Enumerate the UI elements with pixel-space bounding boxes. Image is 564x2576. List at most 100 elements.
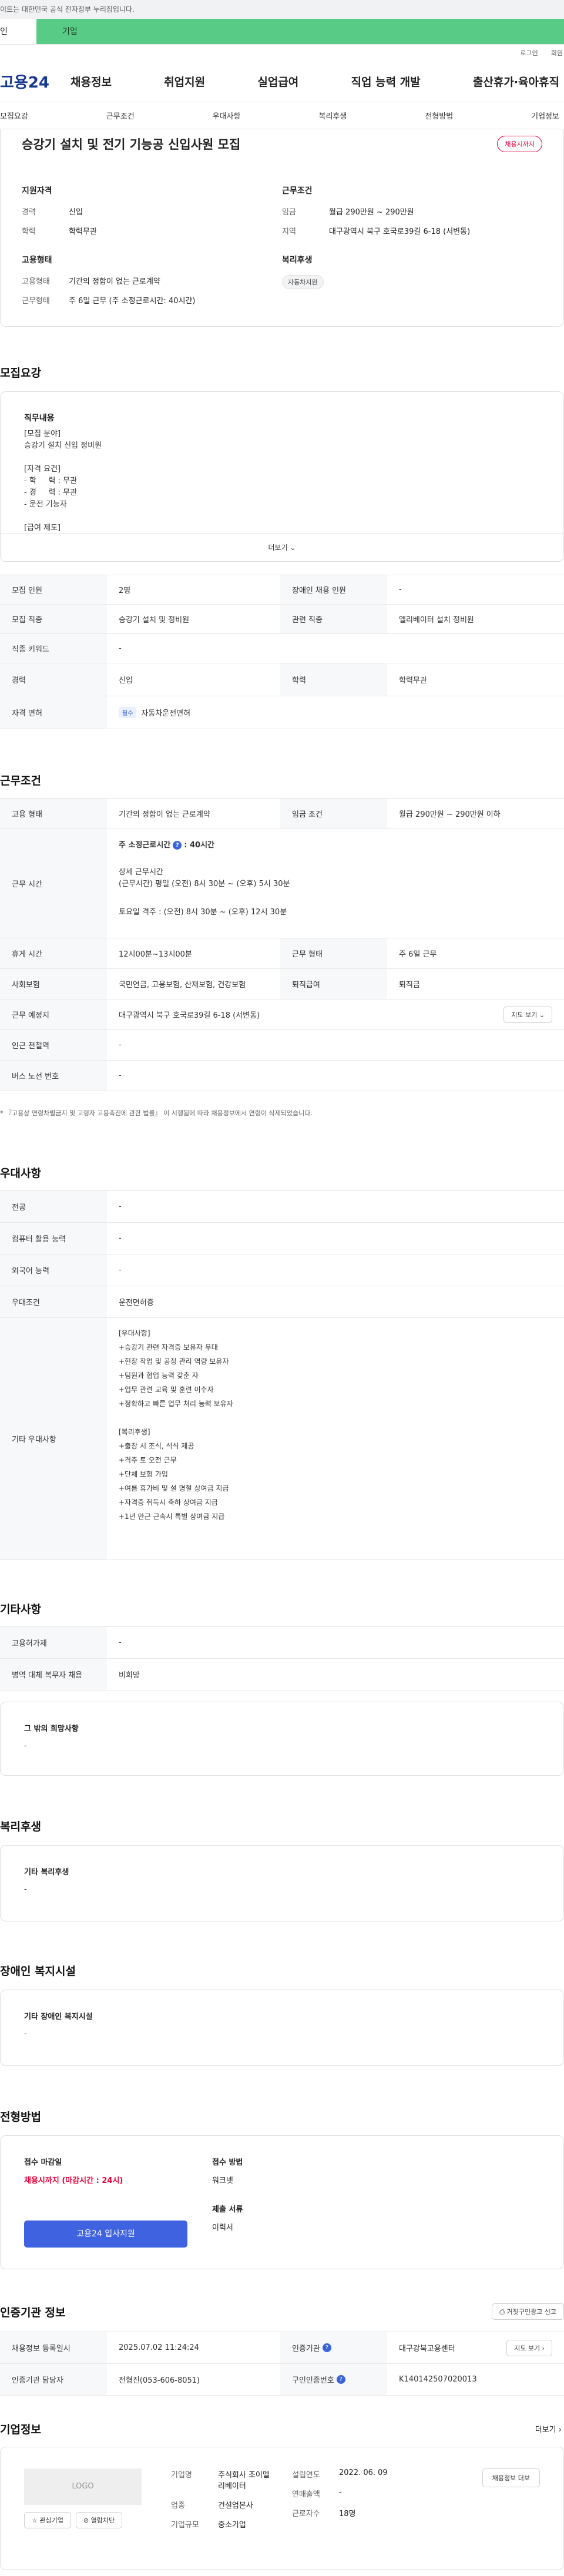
docs-heading: 제출 서류 bbox=[212, 2205, 243, 2214]
row-value: K140142507020013 bbox=[399, 2375, 477, 2384]
map-button[interactable]: 지도 보기 › bbox=[506, 2339, 552, 2356]
row-header: 컴퓨터 활용 능력 bbox=[0, 1223, 107, 1254]
section-title: 우대사항 bbox=[0, 1167, 41, 1180]
login-link[interactable]: 로그인 bbox=[520, 48, 538, 58]
disabled-section: 장애인 복지시설 bbox=[0, 1963, 564, 1978]
favorite-label: 관심기업 bbox=[39, 2517, 63, 2524]
row-value: 운전면허증 bbox=[119, 1299, 154, 1307]
report-button[interactable]: ⎙ 거짓구인광고 신고 bbox=[492, 2303, 564, 2320]
work-section: 근무조건 bbox=[0, 772, 564, 788]
subnav-process[interactable]: 전형방법 bbox=[425, 110, 453, 121]
value: 대구광역시 북구 호국로39길 6-18 (서변동) bbox=[329, 227, 471, 236]
label: 기업규모 bbox=[171, 2521, 199, 2530]
value: 중소기업 bbox=[218, 2521, 246, 2530]
company-jobs-button[interactable]: 채용정보 더보 bbox=[482, 2468, 540, 2487]
chevron-right-icon: › bbox=[542, 2344, 545, 2352]
row-value: 필수 자동차운전면허 bbox=[107, 696, 564, 729]
recruit-section: 모집요강 bbox=[0, 364, 564, 380]
info-icon[interactable]: ? bbox=[336, 2375, 345, 2384]
label: 설립연도 bbox=[292, 2471, 320, 2480]
table-row: 채용정보 등록일시 2025.07.02 11:24:24 인증기관? 대구강북고… bbox=[0, 2332, 564, 2364]
table-row: 모집 인원 2명 장애인 채용 인원 - bbox=[0, 575, 564, 605]
table-row: 버스 노선 번호 - bbox=[0, 1061, 564, 1091]
block-button[interactable]: ⊘ 열람차단 bbox=[75, 2512, 123, 2528]
subnav-welfare[interactable]: 복리후생 bbox=[318, 110, 347, 121]
label: 학력 bbox=[22, 227, 36, 236]
section-title: 기업정보 bbox=[0, 2423, 41, 2436]
label: 업종 bbox=[171, 2501, 185, 2510]
table-row: 우대조건 운전면허증 bbox=[0, 1286, 564, 1318]
row-header: 병역 대체 복무자 채용 bbox=[0, 1659, 107, 1690]
apply-button[interactable]: 고용24 입사지원 bbox=[24, 2221, 187, 2248]
table-row: 인근 전철역 - bbox=[0, 1030, 564, 1061]
chevron-right-icon: › bbox=[558, 2426, 562, 2434]
hours-week-label: 주 소정근로시간 bbox=[119, 841, 171, 850]
tab-individual[interactable]: 인 bbox=[0, 19, 36, 44]
license-value: 자동차운전면허 bbox=[141, 709, 191, 718]
table-row: 고용허가제 - bbox=[0, 1627, 564, 1659]
subnav-recruit[interactable]: 모집요강 bbox=[0, 110, 28, 121]
wish-box: 그 밖의 희망사항 - bbox=[0, 1702, 564, 1776]
row-value: 12시00분~13시00분 bbox=[119, 950, 192, 959]
subnav-pref[interactable]: 우대사항 bbox=[213, 110, 241, 121]
row-value: 국민연금, 고용보험, 산재보험, 건강보험 bbox=[119, 981, 246, 990]
map-button[interactable]: 지도 보기 ⌄ bbox=[503, 1006, 552, 1023]
welfare-heading: 기타 복리후생 bbox=[24, 1868, 69, 1877]
row-header: 자격 면허 bbox=[0, 696, 107, 729]
favorite-button[interactable]: ☆ 관심기업 bbox=[24, 2512, 71, 2528]
subnav-work[interactable]: 근무조건 bbox=[106, 110, 135, 121]
hours-sat: 토요일 격주 : (오전) 8시 30분 ~ (오후) 12시 30분 bbox=[119, 908, 287, 917]
company-more-link[interactable]: 더보기 › bbox=[535, 2423, 564, 2434]
pref-other-text: [우대사항] +승강기 관련 자격증 보유자 우대 +현장 작업 및 공정 관리… bbox=[119, 1329, 233, 1521]
tab-company[interactable]: 기업 bbox=[36, 19, 564, 44]
block-label: 열람차단 bbox=[90, 2517, 115, 2524]
company-section: 기업정보 더보기 › bbox=[0, 2421, 564, 2437]
row-value: [우대사항] +승강기 관련 자격증 보유자 우대 +현장 작업 및 공정 관리… bbox=[107, 1318, 564, 1559]
signup-link[interactable]: 회원 bbox=[551, 48, 563, 58]
row-header: 근무 형태 bbox=[280, 938, 387, 968]
row-value: 주 6일 근무 bbox=[399, 950, 437, 959]
cert-section: 인증기관 정보 ⎙ 거짓구인광고 신고 bbox=[0, 2303, 564, 2320]
row-value: - bbox=[119, 1638, 122, 1647]
site-logo[interactable]: 고용24 bbox=[0, 71, 70, 92]
label: 기업명 bbox=[171, 2471, 192, 2480]
value: 건설업본사 bbox=[218, 2501, 253, 2510]
more-label: 더보기 bbox=[268, 544, 288, 552]
hours-detail: (근무시간) 평일 (오전) 8시 30분 ~ (오후) 5시 30분 bbox=[119, 880, 290, 888]
gnb-jobs[interactable]: 채용정보 bbox=[70, 73, 112, 89]
label: 임금 bbox=[282, 208, 296, 217]
section-title: 근무조건 bbox=[0, 774, 41, 787]
label: 연매출액 bbox=[292, 2490, 320, 2499]
duty-box: 직무내용 [모집 분야] 승강기 설치 신입 정비원 [자격 요건] - 학 력… bbox=[0, 391, 564, 562]
subnav-company[interactable]: 기업정보 bbox=[531, 110, 559, 121]
disabled-box: 기타 장애인 복지시설 - bbox=[0, 1990, 564, 2066]
company-logo: LOGO bbox=[24, 2468, 142, 2505]
value: 18명 bbox=[339, 2510, 356, 2518]
job-title: 승강기 설치 및 전기 기능공 신입사원 모집 bbox=[22, 137, 241, 152]
gnb-unemployment[interactable]: 실업급여 bbox=[257, 73, 298, 89]
place-value: 대구광역시 북구 호국로39길 6-18 (서변동) bbox=[119, 1011, 260, 1020]
cert-value: 대구강북고용센터 bbox=[399, 2344, 455, 2353]
info-icon[interactable]: ? bbox=[173, 841, 182, 850]
process-section: 전형방법 bbox=[0, 2108, 564, 2124]
duty-text: [모집 분야] 승강기 설치 신입 정비원 [자격 요건] - 학 력 : 무관… bbox=[24, 430, 102, 532]
docs-value: 이력서 bbox=[212, 2223, 233, 2232]
welfare-value: - bbox=[24, 1885, 27, 1894]
value: 기간의 정함이 없는 근로계약 bbox=[69, 277, 160, 286]
gnb-employment-support[interactable]: 취업지원 bbox=[164, 73, 205, 89]
row-value: 전형진(053-606-8051) bbox=[119, 2376, 200, 2385]
section-nav: 모집요강 근무조건 우대사항 복리후생 전형방법 기업정보 bbox=[0, 102, 564, 129]
block-icon: ⊘ bbox=[83, 2517, 89, 2524]
section-title: 인증기관 정보 bbox=[0, 2306, 66, 2319]
row-value: 2025.07.02 11:24:24 bbox=[119, 2343, 199, 2352]
info-icon[interactable]: ? bbox=[322, 2343, 331, 2352]
row-header: 직종 키워드 bbox=[0, 634, 107, 663]
gnb-leave[interactable]: 출산휴가·육아휴직 bbox=[473, 73, 559, 89]
row-header: 구인인증번호? bbox=[280, 2364, 387, 2395]
gnb-training[interactable]: 직업 능력 개발 bbox=[351, 73, 421, 89]
section-title: 전형방법 bbox=[0, 2111, 41, 2124]
hours-detail-heading: 상세 근무시간 bbox=[119, 868, 163, 877]
more-button[interactable]: 더보기 ⌄ bbox=[1, 533, 563, 561]
row-value: - bbox=[399, 585, 402, 594]
age-footnote: * 『고용상 연령차별금지 및 고령자 고용촉진에 관한 법률』 이 시행됨에 … bbox=[0, 1109, 313, 1117]
